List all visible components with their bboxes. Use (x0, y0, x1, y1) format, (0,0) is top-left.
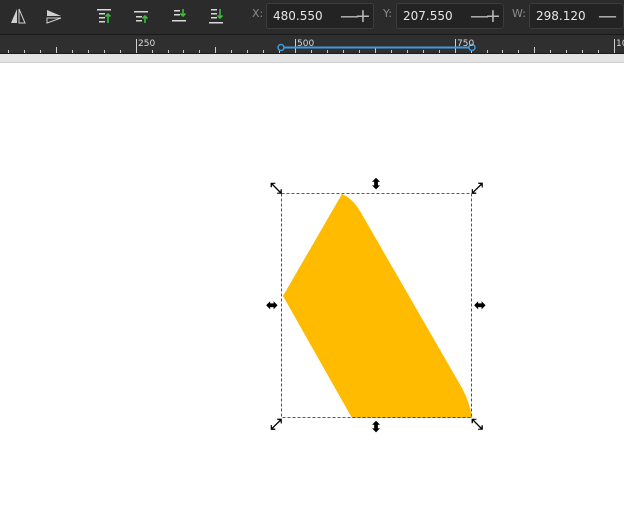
horizontal-ruler[interactable]: 250 500 750 10 (0, 35, 624, 54)
ruler-label-750: 750 (457, 39, 475, 49)
ruler-label-500: 500 (297, 39, 315, 49)
raise-button[interactable] (128, 4, 154, 28)
lower-button[interactable] (166, 4, 192, 28)
w-stepper: — (598, 3, 617, 29)
lower-to-bottom-button[interactable] (203, 4, 229, 28)
x-label: X: (252, 7, 264, 20)
x-increment-button[interactable]: + (355, 4, 371, 28)
scale-handle-right[interactable]: ⬌ (471, 296, 489, 314)
flip-vertical-icon (46, 10, 62, 24)
ruler-label-1000: 10 (616, 39, 624, 49)
scale-handle-bottom[interactable]: ⬍ (367, 418, 385, 436)
y-increment-button[interactable]: + (485, 4, 501, 28)
scale-handle-top[interactable]: ⬍ (367, 175, 385, 193)
lower-icon (172, 9, 187, 22)
scale-handle-top-left[interactable]: ⤡ (267, 179, 285, 197)
y-decrement-button[interactable]: — (470, 4, 489, 28)
x-decrement-button[interactable]: — (340, 4, 359, 28)
flip-vertical-button[interactable] (41, 4, 67, 28)
flip-horizontal-icon (11, 8, 26, 24)
y-label: Y: (383, 7, 392, 20)
raise-to-top-button[interactable] (91, 4, 117, 28)
y-stepper: — + (470, 3, 501, 29)
w-label: W: (512, 7, 526, 20)
w-decrement-button[interactable]: — (598, 4, 617, 28)
scale-handle-left[interactable]: ⬌ (263, 296, 281, 314)
flip-horizontal-button[interactable] (5, 4, 31, 28)
lower-to-bottom-icon (209, 9, 224, 24)
ruler-label-250: 250 (138, 39, 156, 49)
scale-handle-bottom-left[interactable]: ⤢ (267, 415, 285, 433)
scale-handle-top-right[interactable]: ⤢ (468, 179, 486, 197)
drawing-canvas[interactable]: ⤡ ⬍ ⤢ ⬌ ⬌ ⤢ ⬍ ⤡ (0, 63, 624, 514)
canvas-border (0, 54, 624, 63)
raise-icon (134, 11, 149, 23)
canvas-drawing (281, 193, 472, 418)
yellow-shape[interactable] (283, 194, 472, 418)
ruler-range-marker (277, 43, 285, 52)
scale-handle-bottom-right[interactable]: ⤡ (468, 415, 486, 433)
raise-to-top-icon (97, 9, 112, 23)
x-stepper: — + (340, 3, 371, 29)
tool-controls-bar: X: 480.550 — + Y: 207.550 — + W: 298.120… (0, 0, 624, 35)
